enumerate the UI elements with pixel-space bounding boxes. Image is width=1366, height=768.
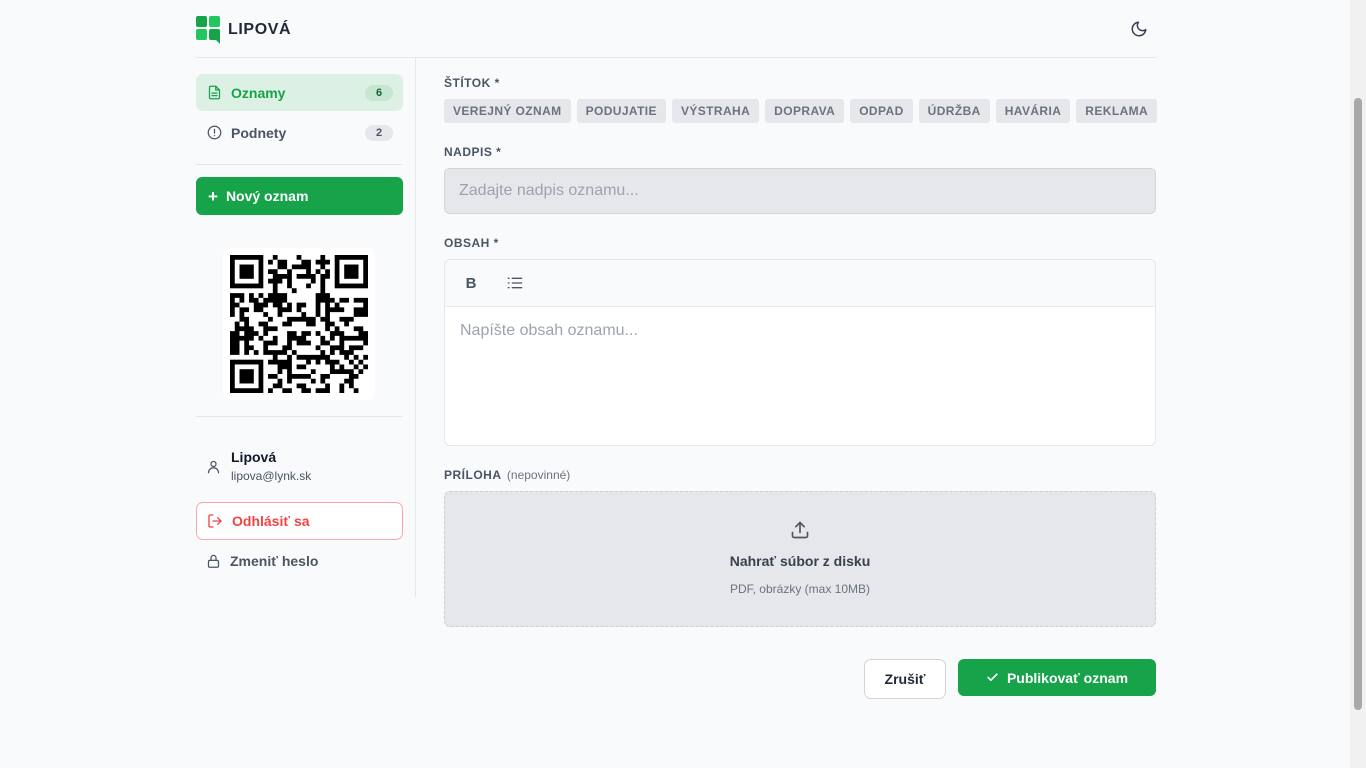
app-shell: LIPOVÁ Oznamy 6 Podnety 2 + Nový oznam L… [196,0,1158,768]
sidebar-item-label: Podnety [231,124,287,141]
sidebar-item-oznamy[interactable]: Oznamy 6 [196,74,403,111]
attachment-label-text: PRÍLOHA [444,468,502,482]
attachment-label: PRÍLOHA (nepovinné) [444,468,570,482]
alert-circle-icon [206,125,222,141]
cancel-button[interactable]: Zrušiť [864,659,946,699]
publish-label: Publikovať oznam [1006,669,1129,686]
sidebar: Oznamy 6 Podnety 2 + Nový oznam Lipová l… [196,58,416,597]
upload-subtitle: PDF, obrázky (max 10MB) [729,582,871,596]
title-label: NADPIS * [444,145,502,159]
publish-button[interactable]: Publikovať oznam [958,659,1156,696]
announcement-form: ŠTÍTOK * VEREJNÝ OZNAM PODUJATIE VÝSTRAH… [444,58,1158,738]
tag-odpad[interactable]: ODPAD [850,99,913,123]
content-editor[interactable]: Napíšte obsah oznamu... [444,306,1156,446]
document-icon [206,85,222,101]
count-badge: 2 [365,124,393,141]
header: LIPOVÁ [196,0,1156,58]
new-announcement-label: Nový oznam [225,188,309,204]
bullet-list-button[interactable] [500,268,530,298]
tag-verejny-oznam[interactable]: VEREJNÝ OZNAM [444,99,571,123]
logo[interactable]: LIPOVÁ [196,16,291,44]
new-announcement-button[interactable]: + Nový oznam [196,177,403,215]
editor-toolbar: B [444,259,1156,306]
tag-podujatie[interactable]: PODUJATIE [576,99,666,123]
divider [196,416,403,417]
tag-list: VEREJNÝ OZNAM PODUJATIE VÝSTRAHA DOPRAVA… [444,99,1158,123]
tag-havaria[interactable]: HAVÁRIA [995,99,1071,123]
logout-button[interactable]: Odhlásiť sa [196,502,403,540]
tag-reklama[interactable]: REKLAMA [1076,99,1158,123]
tag-udrzba[interactable]: ÚDRŽBA [918,99,990,123]
tag-doprava[interactable]: DOPRAVA [765,99,845,123]
change-password-button[interactable]: Zmeniť heslo [196,542,403,580]
tag-vystraha[interactable]: VÝSTRAHA [671,99,760,123]
file-upload-dropzone[interactable]: Nahrať súbor z disku PDF, obrázky (max 1… [444,491,1156,627]
sidebar-item-label: Oznamy [231,84,286,101]
divider [196,164,403,165]
bold-button[interactable]: B [456,268,486,298]
upload-title: Nahrať súbor z disku [729,553,871,569]
logo-icon [196,16,220,44]
lock-icon [207,554,220,568]
logout-icon [208,514,222,528]
title-input[interactable] [444,168,1156,214]
user-email: lipova@lynk.sk [231,469,312,483]
plus-icon: + [208,186,218,206]
change-password-label: Zmeniť heslo [230,553,319,569]
user-icon [207,460,220,474]
moon-icon [1131,21,1147,37]
user-info: Lipová lipova@lynk.sk [196,448,403,488]
content-label: OBSAH * [444,236,499,250]
logout-label: Odhlásiť sa [232,513,310,529]
user-name: Lipová [231,449,277,465]
theme-toggle-button[interactable] [1128,18,1150,40]
tag-label: ŠTÍTOK * [444,76,500,90]
sidebar-item-podnety[interactable]: Podnety 2 [196,114,403,151]
list-icon [507,277,523,289]
attachment-optional: (nepovinné) [506,468,571,482]
brand-name: LIPOVÁ [228,21,292,38]
qr-code [223,248,375,400]
upload-icon [791,521,809,539]
qr-code-icon [230,255,368,393]
check-icon [987,673,998,682]
count-badge: 6 [365,84,393,101]
scrollbar-thumb[interactable] [1354,98,1362,710]
